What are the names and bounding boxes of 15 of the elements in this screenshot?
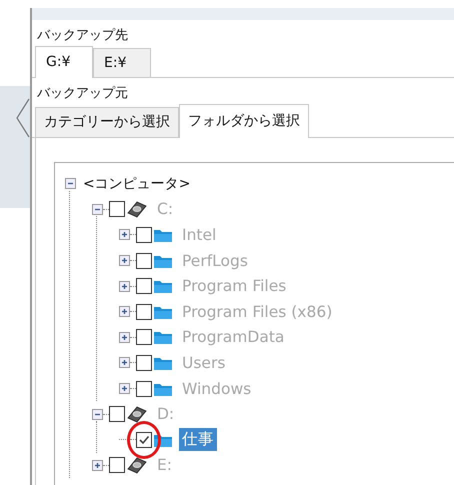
source-tab[interactable]: フォルダから選択 — [179, 104, 309, 138]
folder-icon — [153, 278, 173, 294]
source-tab[interactable]: カテゴリーから選択 — [35, 107, 179, 137]
section-label: バックアップ先 — [36, 27, 129, 45]
hard-drive-icon — [126, 200, 148, 218]
side-panel-handle[interactable] — [0, 86, 30, 208]
drive-tab[interactable]: E:¥ — [93, 48, 151, 77]
section-label: バックアップ元 — [36, 85, 129, 103]
hard-drive-icon — [126, 405, 148, 424]
folder-icon — [153, 329, 173, 346]
chevron-left-icon — [16, 98, 30, 138]
collapse-icon[interactable] — [65, 178, 76, 190]
drive-tab[interactable]: G:¥ — [35, 46, 93, 78]
tree-item[interactable]: <コンピュータ> — [80, 174, 194, 194]
hard-drive-icon — [126, 456, 148, 474]
